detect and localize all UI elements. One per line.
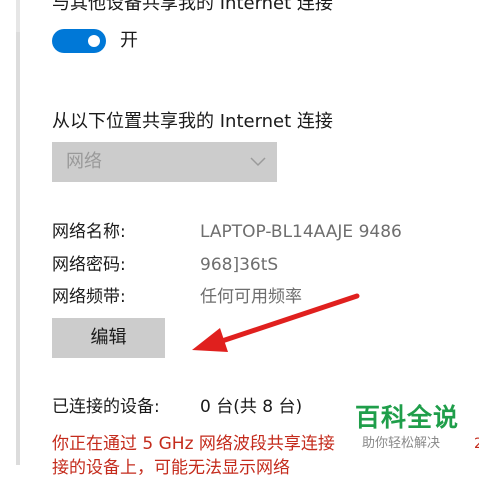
share-connection-heading: 与其他设备共享我的 Internet 连接 [52, 0, 333, 14]
scrollbar-thumb-top [16, 0, 20, 32]
share-source-select[interactable]: 网络 [52, 142, 277, 182]
network-band-value: 任何可用频率 [200, 287, 302, 307]
share-source-heading: 从以下位置共享我的 Internet 连接 [52, 111, 333, 132]
network-password-label: 网络密码: [52, 255, 126, 275]
band-warning-text-line2: 接的设备上，可能无法显示网络 [52, 458, 290, 478]
watermark-tagline: 助你轻松解决 [362, 436, 441, 451]
network-name-label: 网络名称: [52, 222, 126, 242]
network-password-value: 968]36tS [200, 255, 279, 275]
connected-devices-label: 已连接的设备: [52, 397, 160, 417]
watermark: 百科全说 助你轻松解决 2 [350, 400, 479, 465]
scrollbar-track[interactable] [0, 0, 22, 465]
scrollbar-thumb[interactable] [16, 0, 20, 465]
network-name-value: LAPTOP-BL14AAJE 9486 [200, 222, 402, 242]
connected-devices-value: 0 台(共 8 台) [200, 397, 303, 417]
network-band-label: 网络频带: [52, 287, 126, 307]
hotspot-toggle[interactable] [52, 29, 106, 53]
edit-button[interactable]: 编辑 [52, 318, 165, 358]
toggle-state-label: 开 [120, 30, 138, 51]
toggle-knob [88, 35, 100, 47]
chevron-down-icon [250, 157, 266, 167]
watermark-edge-char: 2 [474, 436, 479, 452]
select-value: 网络 [66, 151, 102, 172]
watermark-brand: 百科全说 [355, 403, 460, 432]
